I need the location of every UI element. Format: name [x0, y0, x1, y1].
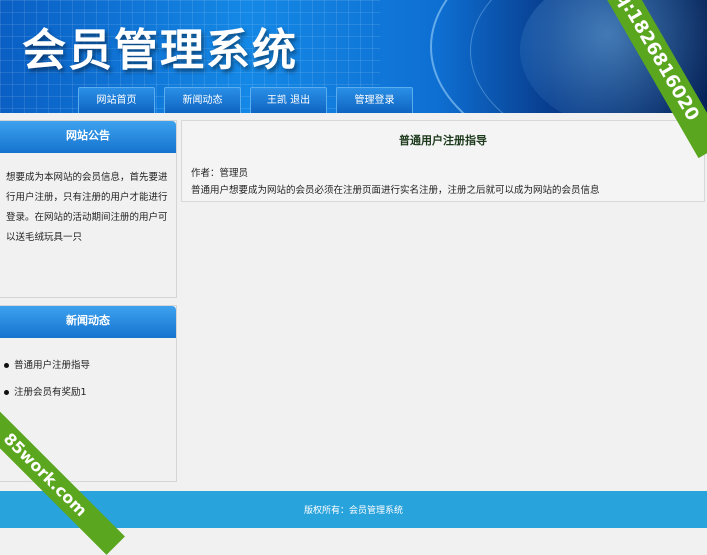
news-list: 普通用户注册指导 注册会员有奖励1	[0, 338, 176, 410]
nav-item-home[interactable]: 网站首页	[78, 87, 155, 113]
site-title: 会员管理系统	[22, 25, 298, 76]
news-panel-title: 新闻动态	[0, 306, 176, 338]
notice-panel: 网站公告 想要成为本网站的会员信息，首先要进行用户注册，只有注册的用户才能进行登…	[0, 120, 177, 298]
main-nav: 网站首页 新闻动态 王凯 退出 管理登录	[78, 87, 422, 113]
article-panel: 普通用户注册指导 作者：管理员 普通用户想要成为网站的会员必须在注册页面进行实名…	[181, 120, 705, 202]
nav-item-admin-login[interactable]: 管理登录	[336, 87, 413, 113]
header-banner: 会员管理系统 网站首页 新闻动态 王凯 退出 管理登录	[0, 0, 707, 113]
nav-item-news[interactable]: 新闻动态	[164, 87, 241, 113]
news-link[interactable]: 注册会员有奖励1	[14, 387, 87, 398]
notice-text: 想要成为本网站的会员信息，首先要进行用户注册，只有注册的用户才能进行登录。在网站…	[6, 172, 168, 243]
article-title: 普通用户注册指导	[399, 134, 487, 147]
list-item: 注册会员有奖励1	[4, 383, 176, 410]
footer-copyright: 版权所有：会员管理系统	[303, 506, 403, 516]
nav-item-logout[interactable]: 王凯 退出	[250, 87, 327, 113]
article-author: 作者：管理员	[191, 168, 249, 179]
notice-panel-title: 网站公告	[0, 121, 176, 153]
list-item: 普通用户注册指导	[4, 356, 176, 383]
bullet-icon	[4, 390, 9, 395]
article-content: 普通用户想要成为网站的会员必须在注册页面进行实名注册，注册之后就可以成为网站的会…	[191, 185, 600, 196]
news-link[interactable]: 普通用户注册指导	[14, 360, 90, 371]
bullet-icon	[4, 363, 9, 368]
